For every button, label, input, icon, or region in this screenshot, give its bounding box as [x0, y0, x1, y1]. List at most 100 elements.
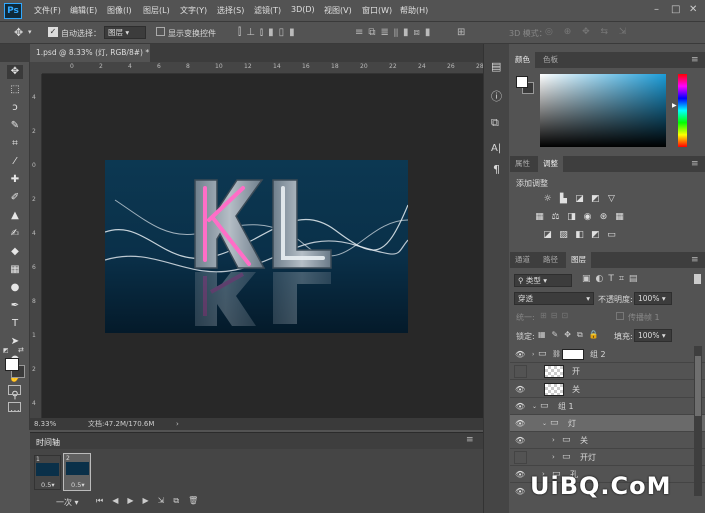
posterize-icon[interactable]: ▨ — [558, 230, 569, 240]
chevron-down-icon[interactable]: ⌄ — [532, 398, 537, 415]
stamp-icon[interactable]: ▲ — [7, 209, 23, 223]
screen-mode-icon[interactable] — [8, 402, 21, 412]
tab-swatches[interactable]: 色板 — [538, 52, 563, 68]
chevron-right-icon[interactable]: › — [532, 346, 534, 363]
brightness-icon[interactable]: ☼ — [542, 194, 553, 204]
menu-window[interactable]: 窗口(W) — [362, 5, 392, 16]
align-icons[interactable]: ⫿⊥⫾▮▯▮ — [238, 27, 300, 38]
eye-icon[interactable]: 👁 — [515, 469, 527, 480]
layer-row-open[interactable]: 开 — [510, 363, 705, 380]
eye-icon[interactable]: 👁 — [515, 349, 527, 360]
eye-icon[interactable]: 👁 — [515, 486, 527, 497]
propagate-checkbox[interactable] — [616, 312, 624, 320]
canvas-image[interactable]: KL — [105, 160, 408, 333]
curves-icon[interactable]: ◪ — [574, 194, 585, 204]
levels-icon[interactable]: ▙ — [558, 194, 569, 204]
hidden-eye-box[interactable] — [514, 451, 527, 464]
auto-select-checkbox[interactable]: ✓ — [48, 27, 58, 37]
minimize-icon[interactable]: – — [654, 4, 659, 15]
tab-layers[interactable]: 图层 — [566, 252, 591, 268]
layer-name[interactable]: 关 — [580, 432, 588, 449]
vibrance-icon[interactable]: ▽ — [606, 194, 617, 204]
playback-controls[interactable]: ⏮◀▶▶⇲⧉🗑 — [96, 496, 207, 506]
menu-select[interactable]: 选择(S) — [217, 5, 244, 16]
frame-delay[interactable]: 0.5▾ — [71, 481, 85, 489]
menu-edit[interactable]: 编辑(E) — [70, 5, 97, 16]
menu-type[interactable]: 文字(Y) — [180, 5, 207, 16]
maximize-icon[interactable]: □ — [671, 4, 680, 15]
properties-icon[interactable]: ⧉ — [491, 116, 499, 130]
show-transform-checkbox[interactable] — [156, 27, 165, 36]
invert-icon[interactable]: ◪ — [542, 230, 553, 240]
default-colors-icon[interactable]: ◩ — [3, 347, 9, 354]
layer-row-off[interactable]: 👁 › ▭ 关 — [510, 432, 705, 449]
chevron-right-icon[interactable]: › — [552, 432, 555, 449]
fg-swatch[interactable] — [516, 76, 528, 88]
menu-layer[interactable]: 图层(L) — [143, 5, 170, 16]
pen-icon[interactable]: ✒ — [7, 299, 23, 313]
zoom-level[interactable]: 8.33% — [34, 418, 56, 430]
panel-menu-icon[interactable]: ≡ — [691, 159, 699, 169]
lasso-icon[interactable]: ↄ — [7, 101, 23, 115]
bw-icon[interactable]: ◨ — [566, 212, 577, 222]
timeline-title[interactable]: 时间轴 — [36, 437, 60, 448]
document-tab[interactable]: 1.psd @ 8.33% (灯, RGB/8#) * × — [30, 44, 150, 62]
menu-view[interactable]: 视图(V) — [324, 5, 352, 16]
panel-menu-icon[interactable]: ≡ — [691, 55, 699, 65]
status-menu-icon[interactable]: › — [176, 418, 179, 430]
frame-1[interactable]: 1 0.5▾ — [34, 455, 61, 490]
hue-slider[interactable] — [678, 74, 687, 147]
photo-filter-icon[interactable]: ◉ — [582, 212, 593, 222]
frame-delay[interactable]: 0.5▾ — [41, 481, 55, 489]
lock-icons[interactable]: ▦✎✥⧉🔒 — [538, 330, 605, 340]
tab-channels[interactable]: 通道 — [510, 252, 535, 268]
move-tool-icon[interactable]: ✥ — [14, 26, 23, 39]
history-icon[interactable]: ▤ — [491, 60, 501, 73]
close-icon[interactable]: ✕ — [689, 4, 697, 15]
layer-row-lamp-selected[interactable]: 👁 ⌄ ▭ 灯 — [510, 415, 705, 432]
menu-file[interactable]: 文件(F) — [34, 5, 61, 16]
eraser-icon[interactable]: ◆ — [7, 245, 23, 259]
eyedropper-icon[interactable]: ⁄ — [7, 155, 23, 169]
tab-adjustments[interactable]: 调整 — [538, 156, 563, 172]
menu-filter[interactable]: 滤镜(T) — [254, 5, 281, 16]
menu-help[interactable]: 帮助(H) — [400, 5, 428, 16]
mask-thumbnail[interactable] — [562, 349, 584, 360]
threshold-icon[interactable]: ◧ — [574, 230, 585, 240]
scrollbar-thumb[interactable] — [695, 356, 701, 416]
layer-name[interactable]: 灯 — [568, 415, 576, 432]
hidden-eye-box[interactable] — [514, 365, 527, 378]
layer-name[interactable]: 组 2 — [590, 346, 606, 363]
move-icon[interactable]: ✥ — [7, 65, 23, 79]
swap-colors-icon[interactable]: ⇄ — [18, 346, 24, 354]
gradient-icon[interactable]: ▦ — [7, 263, 23, 277]
chevron-down-icon[interactable]: ⌄ — [542, 415, 547, 432]
filter-toggle[interactable] — [694, 274, 701, 284]
history-brush-icon[interactable]: ✍ — [7, 227, 23, 241]
layer-filter-select[interactable]: ⚲ 类型 ▾ — [514, 274, 572, 287]
menu-3d[interactable]: 3D(D) — [291, 5, 315, 14]
fill-input[interactable]: 100% ▾ — [634, 329, 672, 342]
auto-align-icon[interactable]: ⊞ — [457, 27, 465, 38]
layer-name[interactable]: 关 — [572, 381, 580, 398]
paragraph-icon[interactable]: ¶ — [493, 163, 500, 176]
eye-icon[interactable]: 👁 — [515, 435, 527, 446]
type-icon[interactable]: T — [7, 317, 23, 331]
slider-handle-icon[interactable]: ▶ — [672, 102, 677, 109]
layer-name[interactable]: 开灯 — [580, 449, 596, 466]
blend-mode-select[interactable]: 穿透 ▾ — [514, 292, 594, 305]
channel-mixer-icon[interactable]: ⊛ — [598, 212, 609, 222]
marquee-icon[interactable]: ⬚ — [7, 83, 23, 97]
layer-row-lights-on[interactable]: › ▭ 开灯 — [510, 449, 705, 466]
info-icon[interactable]: ⓘ — [491, 88, 502, 104]
color-balance-icon[interactable]: ⚖ — [550, 212, 561, 222]
character-icon[interactable]: A| — [491, 143, 501, 154]
brush-icon[interactable]: ✐ — [7, 191, 23, 205]
tab-properties[interactable]: 属性 — [510, 156, 535, 172]
eye-icon[interactable]: 👁 — [515, 401, 527, 412]
exposure-icon[interactable]: ◩ — [590, 194, 601, 204]
chevron-down-icon[interactable]: ▾ — [28, 28, 32, 36]
chevron-right-icon[interactable]: › — [552, 449, 555, 466]
layer-row-group1[interactable]: 👁 ⌄ ▭ 组 1 — [510, 398, 705, 415]
loop-select[interactable]: 一次 ▾ — [56, 497, 79, 508]
